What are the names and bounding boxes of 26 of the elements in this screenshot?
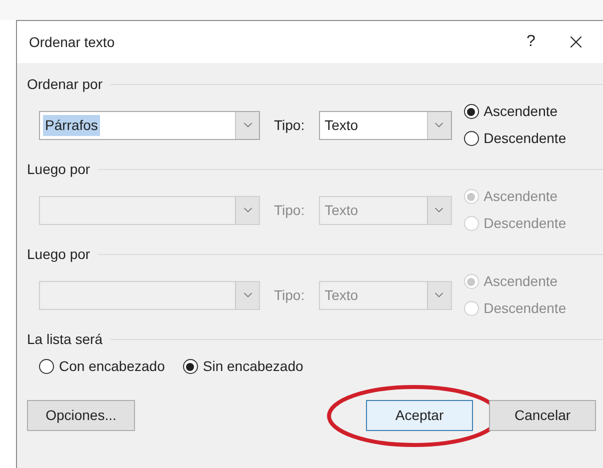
- section-heading: Ordenar por: [27, 74, 102, 94]
- section-heading: Luego por: [27, 244, 90, 264]
- radio-label: Descendente: [484, 129, 566, 148]
- radio-label: Ascendente: [484, 102, 558, 121]
- dialog-button[interactable]: Aceptar: [366, 400, 473, 431]
- radio-button[interactable]: [39, 359, 54, 374]
- radio-label: Ascendente: [484, 272, 558, 291]
- help-button[interactable]: ?: [516, 30, 546, 54]
- type-label: Tipo:: [274, 286, 305, 305]
- section-heading: La lista será: [27, 330, 102, 348]
- radio-label: Descendente: [484, 214, 566, 233]
- dialog-button[interactable]: Cancelar: [489, 400, 596, 431]
- type-label: Tipo:: [274, 116, 305, 135]
- radio-label: Sin encabezado: [202, 357, 304, 376]
- section-heading: Luego por: [27, 160, 90, 179]
- type-label: Tipo:: [274, 200, 305, 220]
- dialog-button[interactable]: Opciones...: [27, 400, 135, 431]
- sort-by-dropdown[interactable]: Párrafos: [39, 110, 260, 140]
- window-title: Ordenar texto: [29, 32, 116, 52]
- radio-label: Ascendente: [484, 187, 558, 206]
- radio-button[interactable]: [182, 359, 198, 374]
- type-dropdown[interactable]: Texto: [318, 110, 452, 140]
- radio-button[interactable]: [464, 104, 479, 119]
- radio-label: Descendente: [484, 299, 566, 318]
- radio-button[interactable]: [464, 131, 479, 146]
- radio-label: Con encabezado: [59, 357, 165, 376]
